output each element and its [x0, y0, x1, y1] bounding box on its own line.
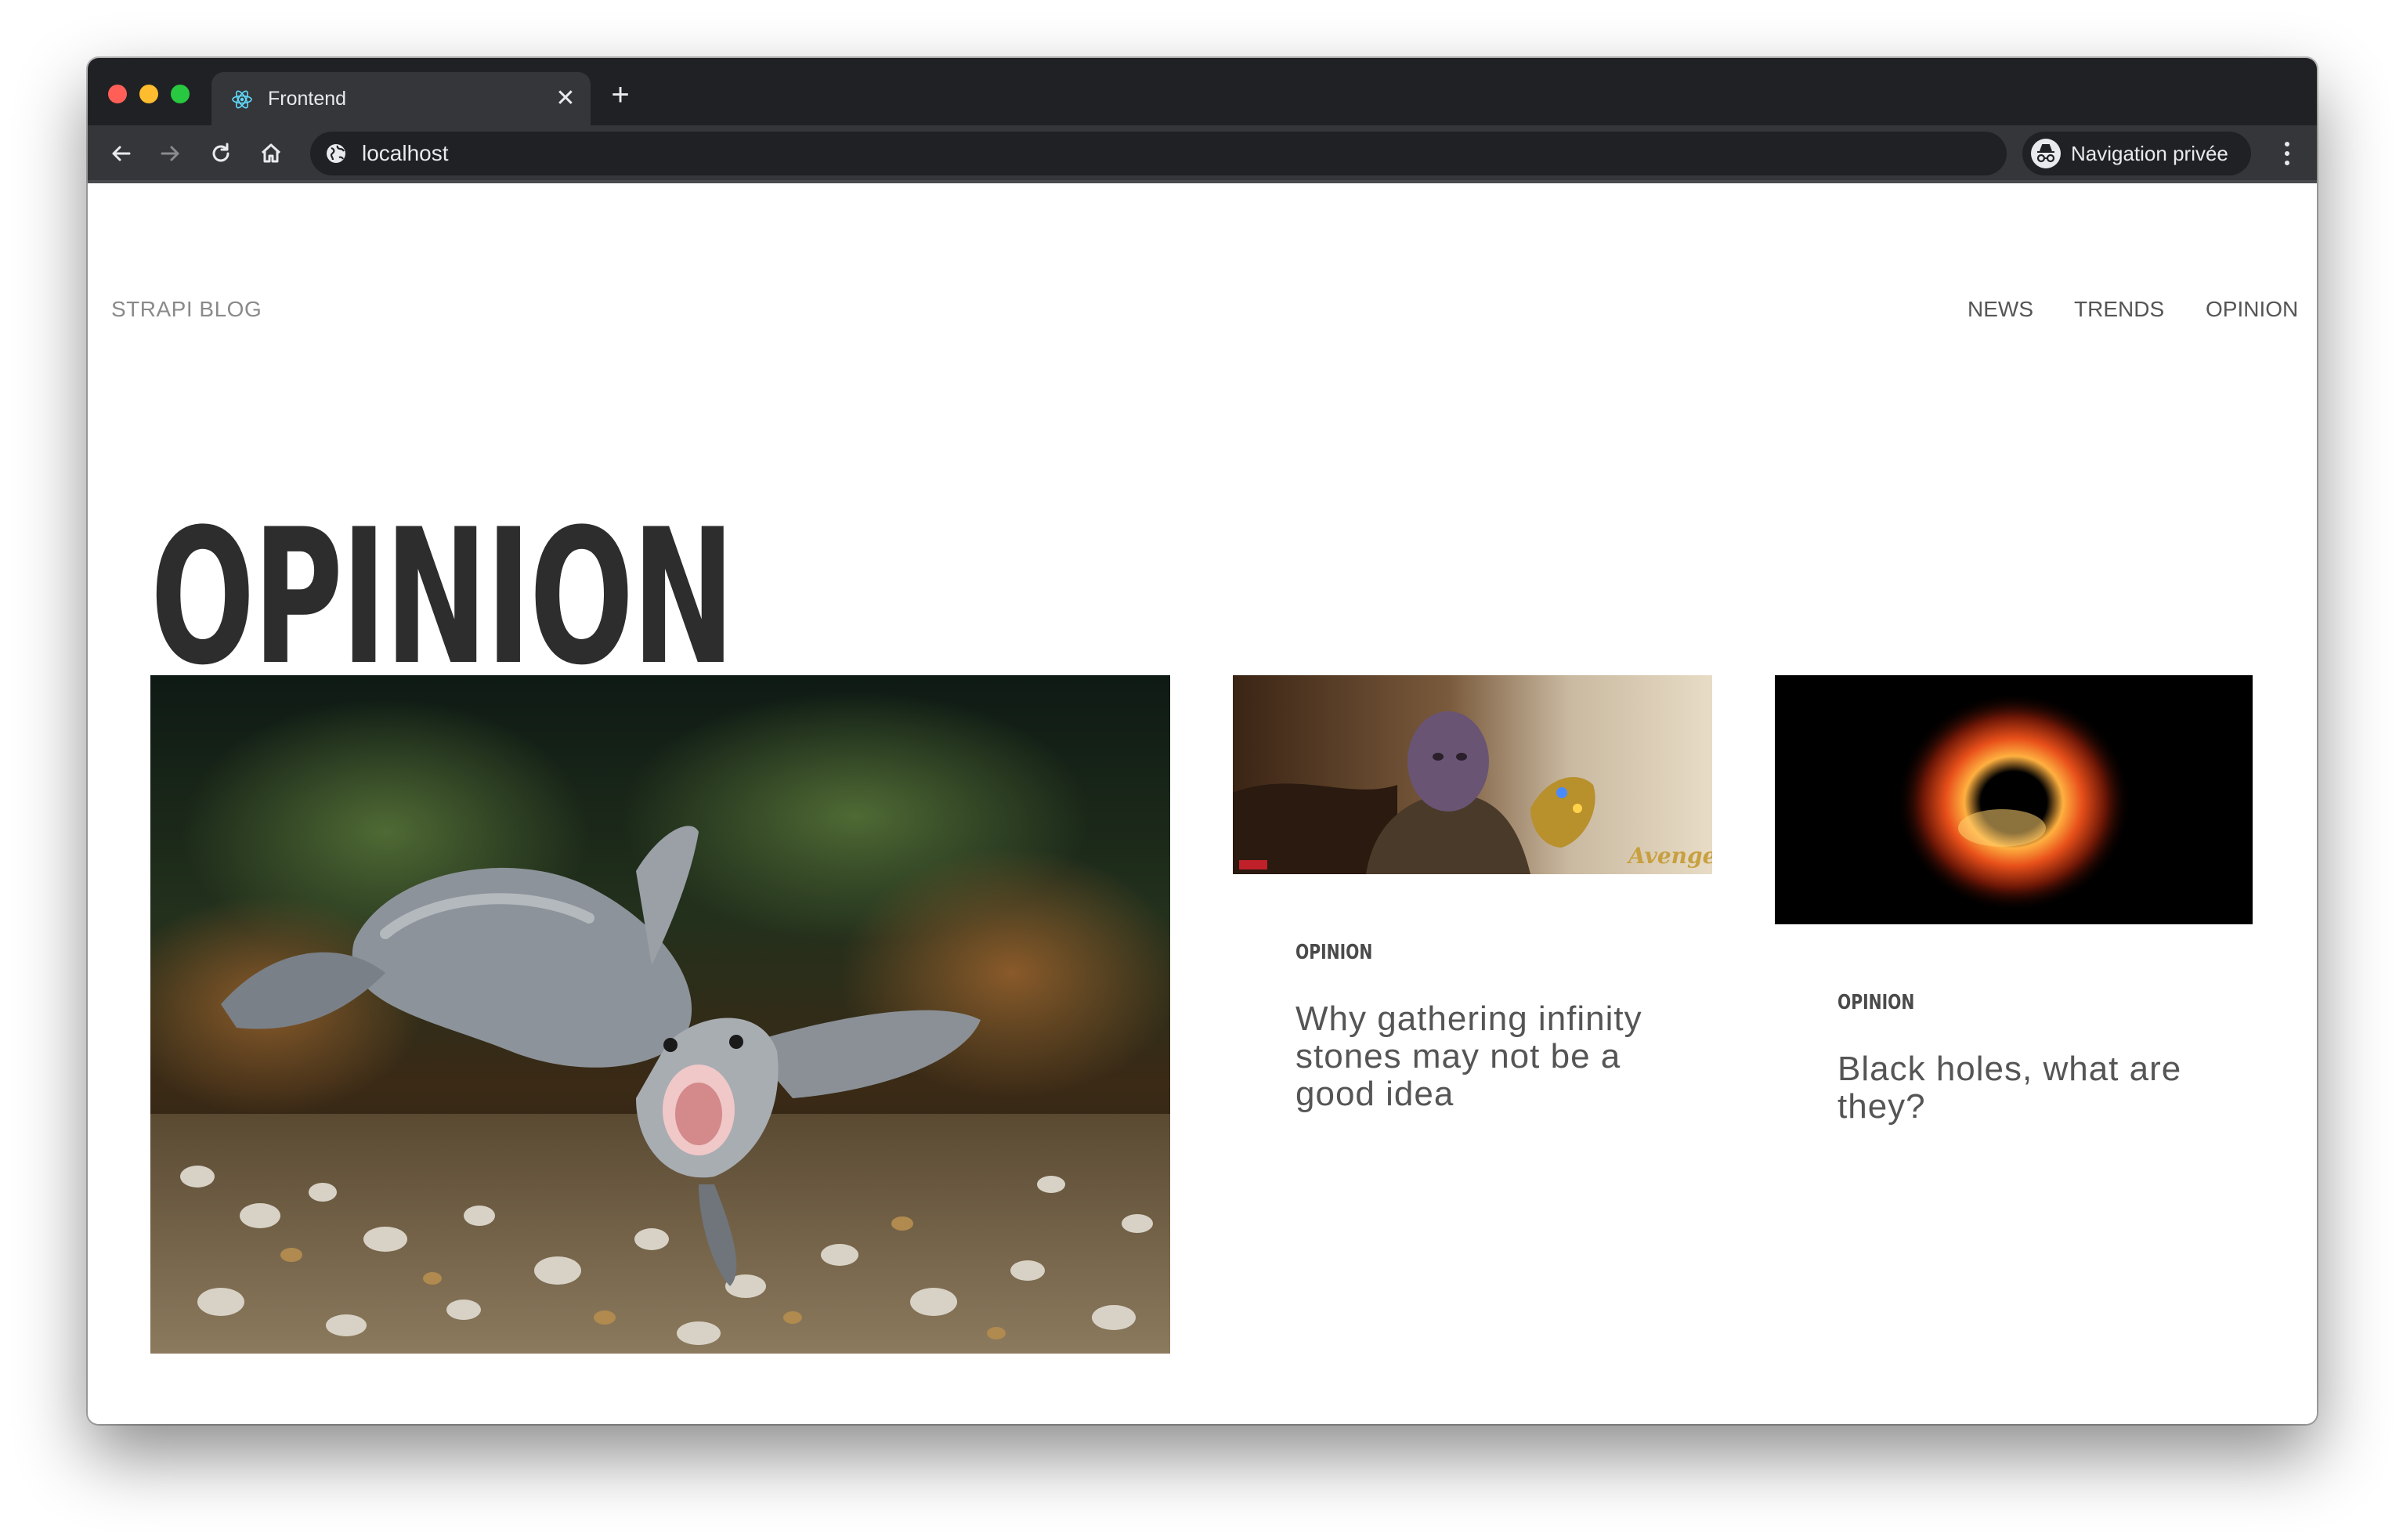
react-favicon-icon [232, 90, 252, 109]
nav-link-opinion[interactable]: OPINION [2206, 296, 2298, 323]
nav-link-trends[interactable]: TRENDS [2074, 296, 2164, 323]
site-brand-link[interactable]: STRAPI BLOG [111, 296, 262, 323]
home-icon [261, 143, 281, 163]
tab-title: Frontend [268, 88, 347, 110]
article-card-title-1[interactable]: Why gathering infinity stones may not be… [1295, 1000, 1687, 1113]
browser-toolbar: localhost Navigation privée [88, 125, 2317, 183]
maximize-window-button[interactable] [171, 85, 190, 103]
forward-arrow-icon [161, 146, 179, 161]
browser-window: Frontend ✕ + localhost Navigation privée… [88, 58, 2317, 1424]
forward-button[interactable] [154, 136, 188, 171]
address-bar[interactable]: localhost [310, 132, 2007, 175]
page-content: STRAPI BLOG NEWS TRENDS OPINION OPINION [88, 183, 2317, 1424]
home-button[interactable] [254, 136, 288, 171]
kebab-menu-icon [2285, 142, 2289, 146]
page-title: OPINION [150, 490, 735, 707]
new-tab-button[interactable]: + [603, 78, 638, 113]
reload-button[interactable] [204, 136, 238, 171]
black-hole-photo [1775, 675, 2253, 924]
kebab-menu-icon-dot [2285, 161, 2289, 165]
globe-icon [327, 144, 345, 163]
incognito-label: Navigation privée [2071, 142, 2228, 165]
article-card-image-1[interactable]: Avengers [1233, 675, 1712, 874]
turtle-photo [150, 675, 1170, 1354]
back-button[interactable] [103, 136, 138, 171]
close-window-button[interactable] [108, 85, 127, 103]
address-text: localhost [362, 141, 449, 165]
article-card-category-1[interactable]: OPINION [1295, 941, 1372, 964]
reload-icon [212, 143, 229, 162]
tab-close-icon[interactable]: ✕ [551, 85, 580, 113]
article-card-title-2[interactable]: Black holes, what are they? [1837, 1050, 2229, 1126]
browser-menu-button[interactable] [2276, 136, 2298, 171]
thanos-photo: Avengers [1233, 675, 1712, 874]
featured-article-image[interactable] [150, 675, 1170, 1354]
minimize-window-button[interactable] [139, 85, 158, 103]
incognito-icon [2031, 139, 2061, 168]
svg-text:Avengers: Avengers [1626, 843, 1712, 869]
nav-link-news[interactable]: NEWS [1968, 296, 2033, 323]
incognito-indicator[interactable]: Navigation privée [2022, 132, 2251, 175]
browser-titlebar: Frontend ✕ + [88, 58, 2317, 125]
article-card-image-2[interactable] [1775, 675, 2253, 924]
browser-tab[interactable]: Frontend ✕ [211, 72, 591, 125]
back-arrow-icon [112, 146, 131, 161]
article-card-category-2[interactable]: OPINION [1837, 991, 1914, 1014]
kebab-menu-icon-dot [2285, 151, 2289, 156]
